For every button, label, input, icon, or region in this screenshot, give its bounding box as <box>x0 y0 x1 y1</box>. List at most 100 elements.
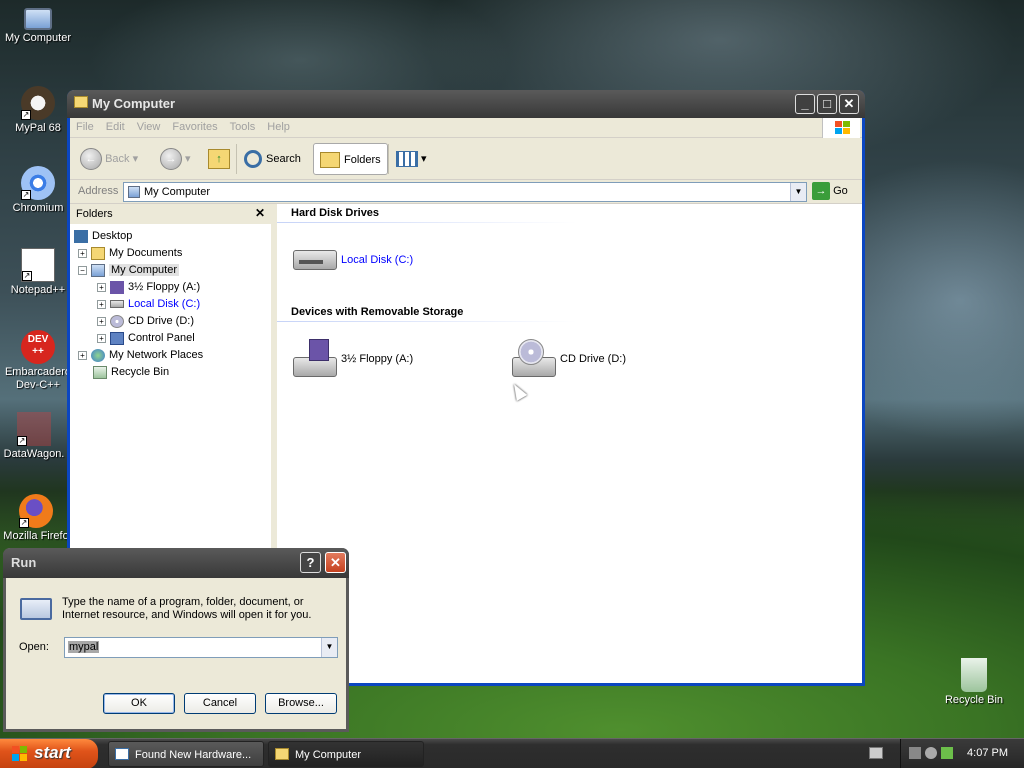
tree-item-network[interactable]: + My Network Places <box>78 347 203 364</box>
menu-favorites[interactable]: Favorites <box>166 118 223 133</box>
hard-disk-icon <box>110 300 124 309</box>
item-label: 3½ Floppy (A:) <box>341 353 414 365</box>
toolbar: ← Back ▾ → ▾ ↑ Search Folders ▾ <box>70 138 862 180</box>
ok-button[interactable]: OK <box>103 693 175 714</box>
expand-icon[interactable]: + <box>97 282 106 292</box>
shortcut-arrow-icon: ↗ <box>17 436 27 446</box>
task-found-new-hardware[interactable]: Found New Hardware... <box>108 741 264 767</box>
back-button[interactable]: ← Back ▾ <box>80 143 138 175</box>
desktop-icon-firefox[interactable]: ↗ Mozilla Firefo <box>0 494 76 543</box>
folders-button[interactable]: Folders <box>313 143 388 175</box>
views-button[interactable]: ▾ <box>396 143 427 175</box>
tree-item-floppy[interactable]: +3½ Floppy (A:) <box>97 279 200 296</box>
desktop-icon-datawagon[interactable]: ↗ DataWagon. <box>0 412 74 461</box>
up-folder-button[interactable]: ↑ <box>208 143 230 175</box>
help-button[interactable]: ? <box>300 552 321 573</box>
address-dropdown-button[interactable]: ▼ <box>790 183 806 201</box>
item-label: Local Disk (C:) <box>341 254 414 266</box>
menu-tools[interactable]: Tools <box>224 118 262 133</box>
item-local-disk[interactable]: Local Disk (C:) <box>291 236 413 284</box>
floppy-drive-icon <box>291 339 337 379</box>
speaker-tray-icon[interactable] <box>925 747 937 759</box>
address-label: Address <box>78 185 119 197</box>
menu-help[interactable]: Help <box>261 118 296 133</box>
group-title-hard-disk: Hard Disk Drives <box>291 207 380 219</box>
go-button[interactable]: → Go <box>812 182 856 202</box>
toolbar-separator <box>236 144 237 174</box>
run-titlebar[interactable]: Run ? ✕ <box>3 548 349 578</box>
control-panel-icon <box>110 331 124 345</box>
tree-item-my-computer[interactable]: − My Computer <box>78 262 180 279</box>
run-dialog: Run ? ✕ Type the name of a program, fold… <box>3 548 349 732</box>
toolbar-separator <box>388 144 389 174</box>
desktop-icon-recycle-bin[interactable]: Recycle Bin <box>934 658 1014 707</box>
expand-icon[interactable]: + <box>97 333 106 343</box>
go-label: Go <box>833 184 848 197</box>
desktop-icon-label: Recycle Bin <box>944 694 1004 706</box>
close-button[interactable]: ✕ <box>839 94 859 114</box>
item-label: CD Drive (D:) <box>560 353 626 365</box>
menu-edit[interactable]: Edit <box>100 118 131 133</box>
tree-item-recycle-bin[interactable]: Recycle Bin <box>93 364 169 381</box>
tree-item-my-documents[interactable]: + My Documents <box>78 245 182 262</box>
maximize-button[interactable]: □ <box>817 94 837 114</box>
start-button[interactable]: start <box>0 739 98 768</box>
start-label: start <box>34 743 71 762</box>
computer-icon <box>24 8 52 30</box>
browse-button[interactable]: Browse... <box>265 693 337 714</box>
close-button[interactable]: ✕ <box>325 552 346 573</box>
folders-pane-title: Folders <box>76 208 113 220</box>
expand-icon[interactable]: + <box>97 299 106 309</box>
desktop-icon-my-computer[interactable]: My Computer <box>0 2 78 45</box>
open-input[interactable]: mypal ▼ <box>64 637 338 658</box>
open-dropdown-button[interactable]: ▼ <box>321 638 337 657</box>
safely-remove-tray-icon[interactable] <box>941 747 953 759</box>
run-icon <box>20 598 52 620</box>
shortcut-arrow-icon: ↗ <box>21 110 31 120</box>
search-icon <box>244 150 262 169</box>
cancel-button[interactable]: Cancel <box>184 693 256 714</box>
address-input[interactable]: My Computer ▼ <box>123 182 807 202</box>
tree-item-label: CD Drive (D:) <box>128 315 194 327</box>
tree-item-label: Local Disk (C:) <box>128 298 201 310</box>
expand-icon[interactable]: + <box>97 316 106 326</box>
cd-icon <box>110 314 124 328</box>
explorer-titlebar[interactable]: My Computer _ □ ✕ <box>67 90 865 118</box>
menu-file[interactable]: File <box>70 118 100 133</box>
windows-logo-icon <box>822 118 860 138</box>
tree-item-cd-drive[interactable]: + CD Drive (D:) <box>97 313 194 330</box>
task-label: Found New Hardware... <box>135 749 252 761</box>
clock[interactable]: 4:07 PM <box>967 747 1008 759</box>
group-divider <box>277 321 577 322</box>
address-value: My Computer <box>144 186 211 198</box>
tree-item-label: My Network Places <box>109 349 204 361</box>
search-button[interactable]: Search <box>244 143 301 175</box>
folder-icon <box>275 748 289 760</box>
item-floppy[interactable]: 3½ Floppy (A:) <box>291 335 413 383</box>
close-icon[interactable]: ✕ <box>255 206 265 220</box>
network-tray-icon[interactable] <box>909 747 921 759</box>
expand-icon[interactable]: + <box>78 248 87 258</box>
tree-item-local-disk[interactable]: + Local Disk (C:) <box>97 296 200 313</box>
notepadpp-icon: ↗ <box>21 248 55 282</box>
desktop-icon-label: DataWagon. <box>3 448 65 460</box>
recycle-bin-icon <box>93 365 107 379</box>
address-bar: Address My Computer ▼ → Go <box>70 180 862 204</box>
run-description: Type the name of a program, folder, docu… <box>62 596 312 621</box>
expand-icon[interactable]: + <box>78 350 87 360</box>
up-folder-icon: ↑ <box>208 149 230 170</box>
windows-flag-icon <box>12 746 28 762</box>
network-icon <box>91 348 105 362</box>
folders-icon <box>320 152 340 169</box>
forward-button[interactable]: → ▾ <box>160 143 191 175</box>
menu-view[interactable]: View <box>131 118 167 133</box>
item-cd-drive[interactable]: CD Drive (D:) <box>510 335 626 383</box>
tree-item-control-panel[interactable]: + Control Panel <box>97 330 195 347</box>
keyboard-icon[interactable] <box>869 747 883 759</box>
tree-item-desktop[interactable]: Desktop <box>74 228 132 245</box>
search-label: Search <box>266 153 301 165</box>
task-my-computer[interactable]: My Computer <box>268 741 424 767</box>
minimize-button[interactable]: _ <box>795 94 815 114</box>
collapse-icon[interactable]: − <box>78 265 87 275</box>
computer-icon <box>128 186 140 198</box>
